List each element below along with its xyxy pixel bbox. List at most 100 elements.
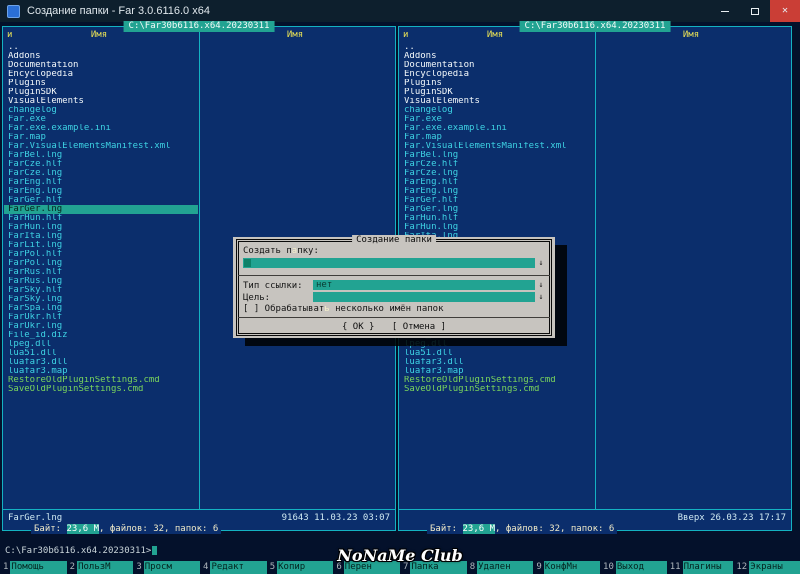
file-row[interactable]: changelog xyxy=(400,106,594,115)
folder-name-input[interactable] xyxy=(243,258,535,268)
file-row[interactable]: Documentation xyxy=(400,61,594,70)
target-input[interactable] xyxy=(313,292,535,302)
keybar-item: 4 Редакт xyxy=(200,561,267,574)
file-row[interactable]: luafar3.map xyxy=(4,367,198,376)
file-row[interactable]: lpeg.dll xyxy=(400,340,594,349)
file-row[interactable]: FarHun.lng xyxy=(400,223,594,232)
history-dropdown-icon[interactable]: ↓ xyxy=(537,258,545,268)
file-row[interactable]: FarRus.hlf xyxy=(4,268,198,277)
file-row[interactable]: File_id.diz xyxy=(4,331,198,340)
maximize-button[interactable] xyxy=(740,0,770,22)
file-row[interactable]: PluginSDK xyxy=(4,88,198,97)
file-row[interactable]: FarEng.hlf xyxy=(400,178,594,187)
file-row[interactable]: Far.exe xyxy=(400,115,594,124)
status-row: Вверх 26.03.23 17:17 xyxy=(404,513,786,523)
history-dropdown-icon[interactable]: ↓ xyxy=(537,292,545,302)
file-row[interactable]: Far.exe.example.ini xyxy=(400,124,594,133)
fkey-button[interactable]: Выход xyxy=(615,561,667,574)
file-row[interactable]: FarEng.lng xyxy=(400,187,594,196)
file-row[interactable]: Addons xyxy=(4,52,198,61)
file-row[interactable]: FarGer.hlf xyxy=(400,196,594,205)
target-label: Цель: xyxy=(243,293,271,303)
combo-dropdown-icon[interactable]: ↓ xyxy=(537,280,545,290)
file-row[interactable]: lpeg.dll xyxy=(4,340,198,349)
file-row[interactable]: changelog xyxy=(4,106,198,115)
file-row[interactable]: FarSpa.lng xyxy=(4,304,198,313)
file-row[interactable]: SaveOldPluginSettings.cmd xyxy=(400,385,594,394)
minimize-button[interactable] xyxy=(710,0,740,22)
file-row[interactable]: SaveOldPluginSettings.cmd xyxy=(4,385,198,394)
fkey-button[interactable]: Помощь xyxy=(10,561,67,574)
file-row[interactable]: FarGer.lng xyxy=(4,205,198,214)
file-row[interactable]: PluginSDK xyxy=(400,88,594,97)
file-row[interactable]: FarBel.lng xyxy=(400,151,594,160)
file-row[interactable]: Encyclopedia xyxy=(400,70,594,79)
file-row[interactable]: lua51.dll xyxy=(4,349,198,358)
fkey-button[interactable]: Плагины xyxy=(682,561,734,574)
file-row[interactable]: Far.map xyxy=(4,133,198,142)
sort-mode-indicator: и xyxy=(7,30,13,40)
file-row[interactable]: Plugins xyxy=(4,79,198,88)
keybar-item: 10 Выход xyxy=(600,561,667,574)
panel-path[interactable]: C:\Far30b6116.x64.20230311 xyxy=(519,21,671,32)
file-row[interactable]: luafar3.dll xyxy=(400,358,594,367)
fkey-button[interactable]: Удален xyxy=(477,561,534,574)
totals-suffix: , файлов: 32, папок: 6 xyxy=(99,524,219,534)
file-row[interactable]: FarCze.hlf xyxy=(4,160,198,169)
panel-path[interactable]: C:\Far30b6116.x64.20230311 xyxy=(123,21,275,32)
file-row[interactable]: Encyclopedia xyxy=(4,70,198,79)
file-row[interactable]: FarEng.hlf xyxy=(4,178,198,187)
file-row[interactable]: Far.map xyxy=(400,133,594,142)
ok-button[interactable]: { ОК } xyxy=(342,322,375,332)
file-row[interactable]: Addons xyxy=(400,52,594,61)
fkey-button[interactable]: Экраны xyxy=(749,561,800,574)
file-row[interactable]: FarBel.lng xyxy=(4,151,198,160)
file-row[interactable]: Documentation xyxy=(4,61,198,70)
file-row[interactable]: FarUkr.lng xyxy=(4,322,198,331)
multiple-names-checkbox[interactable]: [ ] Обрабатывать несколько имён папок xyxy=(243,304,444,314)
watermark: NoNaMe Club xyxy=(337,546,463,565)
file-row[interactable]: Far.VisualElementsManifest.xml xyxy=(400,142,594,151)
file-row[interactable]: RestoreOldPluginSettings.cmd xyxy=(400,376,594,385)
file-row[interactable]: .. xyxy=(400,43,594,52)
file-row[interactable]: FarPol.hlf xyxy=(4,250,198,259)
file-row[interactable]: luafar3.map xyxy=(400,367,594,376)
file-row[interactable]: FarSky.lng xyxy=(4,295,198,304)
file-row[interactable]: FarLit.lng xyxy=(4,241,198,250)
file-row[interactable]: FarGer.hlf xyxy=(4,196,198,205)
file-row[interactable]: FarCze.hlf xyxy=(400,160,594,169)
fkey-button[interactable]: Просм xyxy=(143,561,201,574)
file-row[interactable]: FarGer.lng xyxy=(400,205,594,214)
file-row[interactable]: lua51.dll xyxy=(400,349,594,358)
file-row[interactable]: RestoreOldPluginSettings.cmd xyxy=(4,376,198,385)
fkey-button[interactable]: КонфМн xyxy=(543,561,601,574)
file-row[interactable]: FarEng.lng xyxy=(4,187,198,196)
file-row[interactable]: Far.exe xyxy=(4,115,198,124)
file-row[interactable]: FarHun.hlf xyxy=(4,214,198,223)
cancel-button[interactable]: [ Отмена ] xyxy=(392,322,446,332)
file-list: .. Addons Documentation Encyclopedia Plugins… xyxy=(400,43,594,394)
file-row[interactable]: FarHun.lng xyxy=(4,223,198,232)
file-row[interactable]: VisualElements xyxy=(400,97,594,106)
file-row[interactable]: FarCze.lng xyxy=(400,169,594,178)
file-row[interactable]: Far.exe.example.ini xyxy=(4,124,198,133)
file-row[interactable]: FarIta.lng xyxy=(4,232,198,241)
fkey-button[interactable]: Редакт xyxy=(210,561,267,574)
file-row[interactable]: VisualElements xyxy=(4,97,198,106)
file-row[interactable]: FarPol.lng xyxy=(4,259,198,268)
fkey-button[interactable]: Копир xyxy=(277,561,334,574)
file-row[interactable]: Far.VisualElementsManifest.xml xyxy=(4,142,198,151)
file-row[interactable]: FarHun.hlf xyxy=(400,214,594,223)
file-row[interactable]: FarCze.lng xyxy=(4,169,198,178)
close-button[interactable]: ✕ xyxy=(770,0,800,22)
file-row[interactable]: .. xyxy=(4,43,198,52)
file-row[interactable]: FarRus.lng xyxy=(4,277,198,286)
file-row[interactable]: FarUkr.hlf xyxy=(4,313,198,322)
maximize-icon xyxy=(751,7,759,15)
file-row[interactable]: luafar3.dll xyxy=(4,358,198,367)
link-type-combobox[interactable]: нет xyxy=(313,280,535,290)
file-row[interactable]: Plugins xyxy=(400,79,594,88)
fkey-button[interactable]: ПользМ xyxy=(77,561,134,574)
file-row[interactable]: FarSky.hlf xyxy=(4,286,198,295)
command-line[interactable]: C:\Far30b6116.x64.20230311> xyxy=(5,546,158,557)
